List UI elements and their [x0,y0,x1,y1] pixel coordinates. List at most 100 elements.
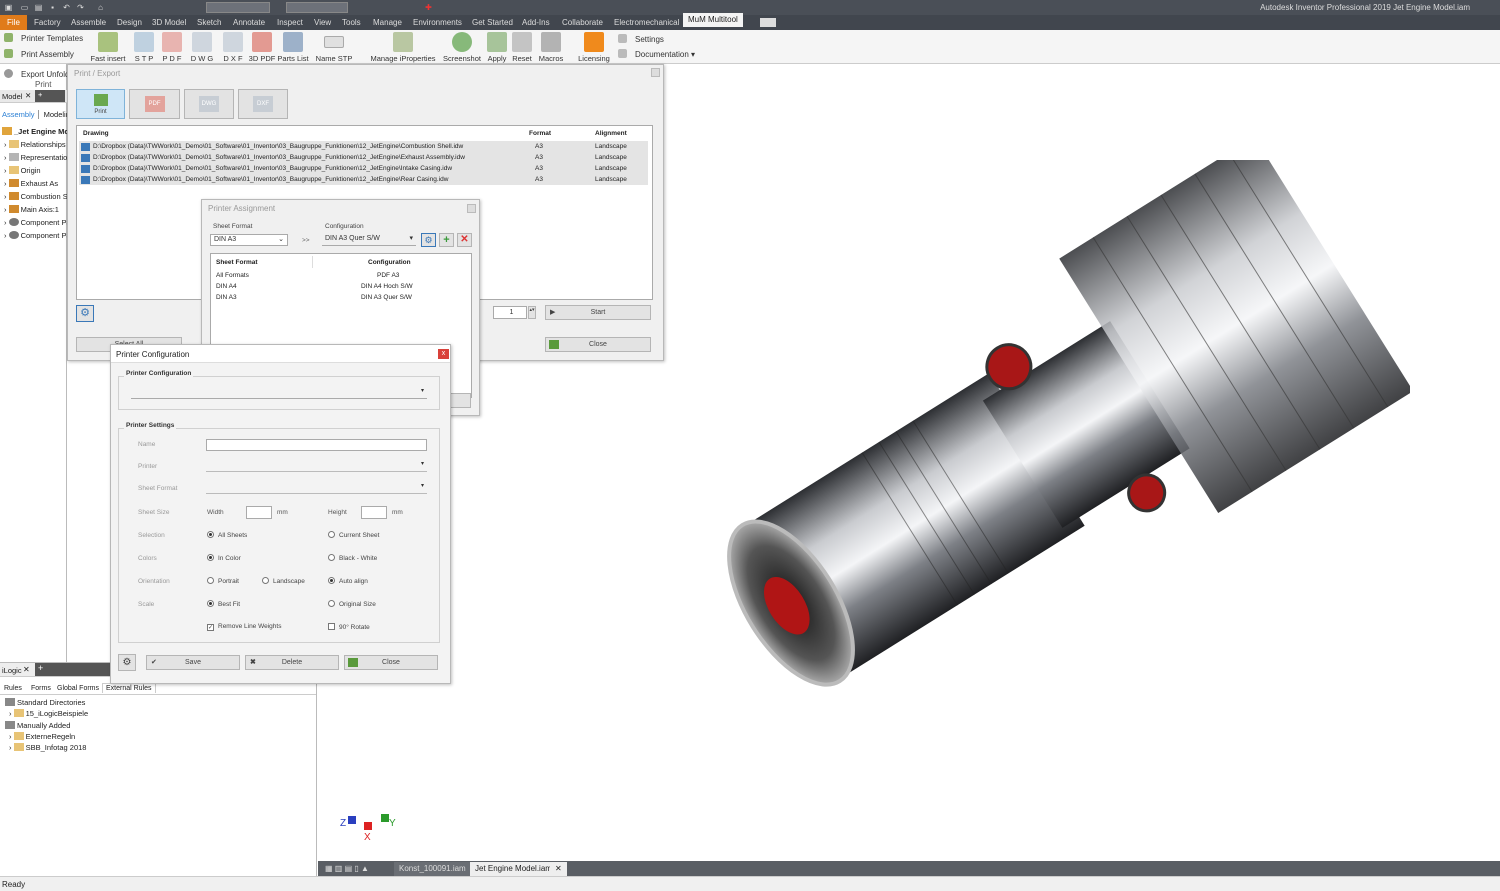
settings-button[interactable]: Settings [618,34,664,44]
tree-root[interactable]: _Jet Engine Mo [2,127,69,136]
menu-3d-model[interactable]: 3D Model [152,18,186,27]
view-layout-icons[interactable]: ▦ ▥ ▤ ▯ ▲ [320,862,374,876]
menu-add-ins[interactable]: Add-Ins [522,18,550,27]
remove-line-weights-checkbox[interactable]: ✓ Remove Line Weights [207,623,281,631]
pdf-button[interactable]: P D F [160,30,184,63]
name-stp-button[interactable]: Name STP [314,30,354,63]
close-icon[interactable] [651,68,660,77]
table-row[interactable]: D:\Dropbox (Data)\TWWork\01_Demo\01_Soft… [79,141,648,152]
manage-iproperties-button[interactable]: Manage iProperties [370,30,436,63]
configuration-select[interactable]: DIN A3 Quer S/W ▾ [322,234,416,246]
tab-pdf[interactable]: PDF [129,89,180,119]
table-row[interactable]: D:\Dropbox (Data)\TWWork\01_Demo\01_Soft… [79,174,648,185]
add-config-button[interactable]: + [439,233,454,247]
menu-get-started[interactable]: Get Started [472,18,513,27]
new-icon[interactable]: ▭ [20,3,29,12]
menu-assemble[interactable]: Assemble [71,18,106,27]
tree-item-exhaust[interactable]: › Exhaust As [4,179,58,188]
delete-button[interactable]: ✖ Delete [245,655,339,670]
apply-button[interactable]: Apply [485,30,509,63]
tab-model[interactable]: Model [2,92,22,101]
auto-align-radio[interactable]: Auto align [328,577,368,585]
sheet-format-select[interactable]: ▾ [206,483,427,494]
tab-external-rules[interactable]: External Rules [102,683,156,693]
print-assembly-button[interactable]: Print Assembly [4,49,74,59]
printer-select[interactable]: ▾ [206,461,427,472]
3d-pdf-button[interactable]: 3D PDF [248,30,276,63]
stp-button[interactable]: S T P [132,30,156,63]
menu-manage[interactable]: Manage [373,18,402,27]
landscape-radio[interactable]: Landscape [262,577,305,585]
doctab-jet-engine[interactable]: Jet Engine Model.iam [470,862,557,876]
material-dropdown[interactable] [206,2,270,13]
tab-rules[interactable]: Rules [4,685,22,692]
jet-engine-model[interactable] [640,160,1410,740]
tree-item-representation[interactable]: › Representation [4,153,71,162]
copies-stepper[interactable]: ▴▾ [528,306,536,319]
home-icon[interactable]: ⌂ [96,3,105,12]
tab-dxf[interactable]: DXF [238,89,288,119]
dxf-button[interactable]: D X F [221,30,245,63]
tree-manually-added[interactable]: Manually Added [5,721,70,730]
tree-item-origin[interactable]: › Origin [4,166,41,175]
all-sheets-radio[interactable]: All Sheets [207,531,247,539]
menu-tools[interactable]: Tools [342,18,361,27]
close-button[interactable]: Close [344,655,438,670]
menu-inspect[interactable]: Inspect [277,18,303,27]
tab-ilogic[interactable]: iLogic [2,666,22,675]
tab-dwg[interactable]: DWG [184,89,234,119]
reset-button[interactable]: Reset [510,30,534,63]
save-icon[interactable]: ▪ [48,3,57,12]
add-tab-button[interactable]: + [35,90,65,102]
tab-print[interactable]: Print [76,89,125,119]
ribbon-toggle-icon[interactable] [760,18,776,27]
menu-design[interactable]: Design [117,18,142,27]
tree-sbb-infotag[interactable]: › SBB_Infotag 2018 [9,743,86,752]
menu-factory[interactable]: Factory [34,18,61,27]
redo-icon[interactable]: ↷ [76,3,85,12]
table-row[interactable]: DIN A4 DIN A4 Hoch S/W [211,281,471,292]
tree-item-relationships[interactable]: › Relationships [4,140,66,149]
screenshot-button[interactable]: Screenshot [442,30,482,63]
menu-mum-multitool[interactable]: MuM Multitool [683,13,743,27]
add-icon[interactable]: ✚ [424,3,433,12]
black-white-radio[interactable]: Black - White [328,554,377,562]
name-input[interactable] [206,439,427,451]
tree-ilogic-beispiele[interactable]: › 15_iLogicBeispiele [9,709,88,718]
close-icon[interactable]: ✕ [23,665,30,674]
menu-annotate[interactable]: Annotate [233,18,265,27]
close-icon[interactable]: ✕ [550,862,567,876]
dwg-button[interactable]: D W G [190,30,214,63]
app-icon[interactable]: ▣ [4,3,13,12]
tab-assembly[interactable]: Assembly [2,110,39,119]
macros-button[interactable]: Macros [537,30,565,63]
rotate-90-checkbox[interactable]: 90° Rotate [328,623,370,631]
height-input[interactable] [361,506,387,519]
table-row[interactable]: All Formats PDF A3 [211,270,471,281]
menu-collaborate[interactable]: Collaborate [562,18,603,27]
table-row[interactable]: D:\Dropbox (Data)\TWWork\01_Demo\01_Soft… [79,152,648,163]
tree-item-component-pattern-1[interactable]: › Component Pa [4,218,71,227]
tree-externe-regeln[interactable]: › ExterneRegeln [9,732,75,741]
menu-electromechanical[interactable]: Electromechanical [614,18,679,27]
copies-input[interactable]: 1 [493,306,527,319]
width-input[interactable] [246,506,272,519]
best-fit-radio[interactable]: Best Fit [207,600,240,608]
close-icon[interactable]: x [438,349,449,359]
edit-config-button[interactable]: ⚙ [421,233,436,247]
settings-gear-button[interactable]: ⚙ [76,305,94,322]
tab-global-forms[interactable]: Global Forms [57,685,99,692]
close-icon[interactable] [467,204,476,213]
delete-config-button[interactable]: ✕ [457,233,472,247]
printer-configuration-select[interactable]: ▾ [131,388,427,399]
open-icon[interactable]: ▤ [34,3,43,12]
view-triad[interactable]: Z Y X [338,806,398,846]
doctab-konst[interactable]: Konst_100091.iam [394,862,471,876]
tree-item-main-axis[interactable]: › Main Axis:1 [4,205,59,214]
menu-environments[interactable]: Environments [413,18,462,27]
fast-insert-button[interactable]: Fast insert [88,30,128,63]
tab-forms[interactable]: Forms [31,685,51,692]
appearance-dropdown[interactable] [286,2,348,13]
licensing-button[interactable]: Licensing [576,30,612,63]
start-button[interactable]: ▶ Start [545,305,651,320]
